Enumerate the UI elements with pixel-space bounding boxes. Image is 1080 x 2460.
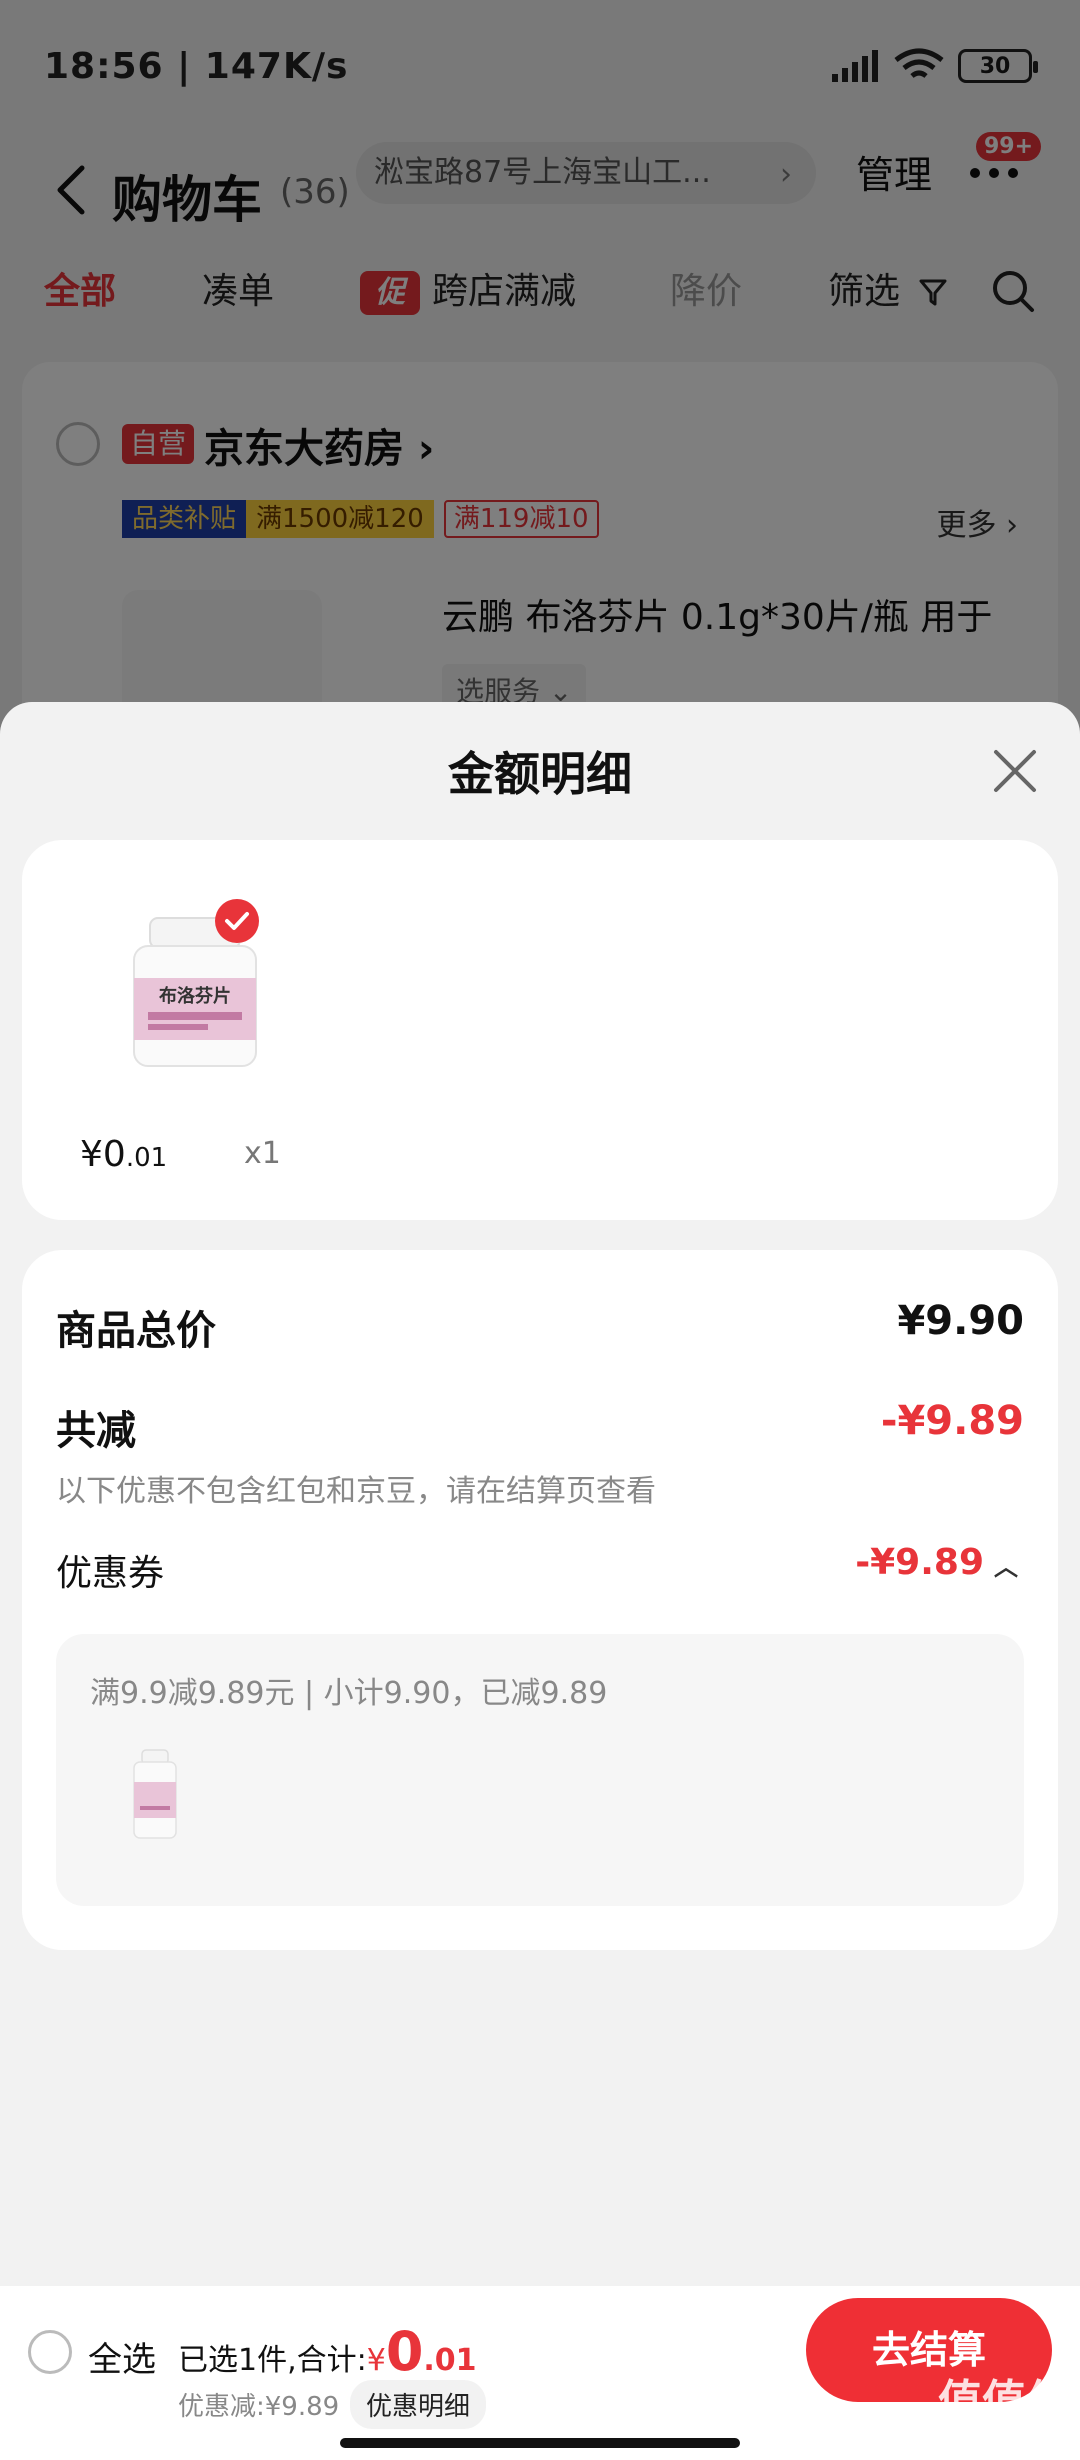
item-quantity: x1 <box>244 1136 281 1171</box>
checkout-bar: 全选 已选1件,合计:¥0.01 优惠减:¥9.89 优惠明细 去结算 <box>0 2286 1080 2460</box>
chevron-up-icon: ︿ <box>994 1552 1018 1581</box>
discount-note: 以下优惠不包含红包和京豆，请在结算页查看 <box>56 1474 656 1509</box>
reduction-label: 共减 <box>56 1408 136 1454</box>
watermark: 值值值 zhizhizhi.com <box>938 2376 1070 2447</box>
coupon-detail-box: 满9.9减9.89元 | 小计9.90，已减9.89 <box>56 1634 1024 1906</box>
discount-detail-button[interactable]: 优惠明细 <box>350 2380 487 2429</box>
coupon-product-thumbnail <box>133 1749 177 1839</box>
svg-text:布洛芬片: 布洛芬片 <box>159 985 231 1007</box>
total-price-label: 商品总价 <box>56 1308 216 1354</box>
sheet-title: 金额明细 <box>448 747 632 801</box>
coupon-label: 优惠券 <box>56 1553 165 1594</box>
selected-items-card: 布洛芬片 ¥0.01 x1 <box>22 840 1058 1220</box>
check-icon <box>215 899 259 943</box>
reduction-value: -¥9.89 <box>880 1398 1024 1444</box>
coupon-detail: 满9.9减9.89元 | 小计9.90，已减9.89 <box>90 1676 608 1711</box>
coupon-value: -¥9.89 <box>855 1542 984 1583</box>
select-all-radio[interactable] <box>28 2330 72 2374</box>
price-summary-card: 商品总价 ¥9.90 共减 -¥9.89 以下优惠不包含红包和京豆，请在结算页查… <box>22 1250 1058 1950</box>
home-indicator[interactable] <box>340 2438 740 2448</box>
discount-amount: 优惠减:¥9.89 <box>178 2392 340 2422</box>
close-icon[interactable] <box>990 746 1040 796</box>
total-price-value: ¥9.90 <box>897 1298 1024 1344</box>
coupon-toggle[interactable]: -¥9.89 ︿ <box>855 1542 1018 1583</box>
amount-detail-sheet: 金额明细 布洛芬片 ¥0.01 x1 商品总价 ¥9.90 共减 -¥9.89 … <box>0 702 1080 2286</box>
item-price: ¥0.01 <box>80 1134 168 1175</box>
selected-summary: 已选1件,合计:¥0.01 <box>178 2320 477 2383</box>
select-all-label[interactable]: 全选 <box>88 2332 156 2381</box>
